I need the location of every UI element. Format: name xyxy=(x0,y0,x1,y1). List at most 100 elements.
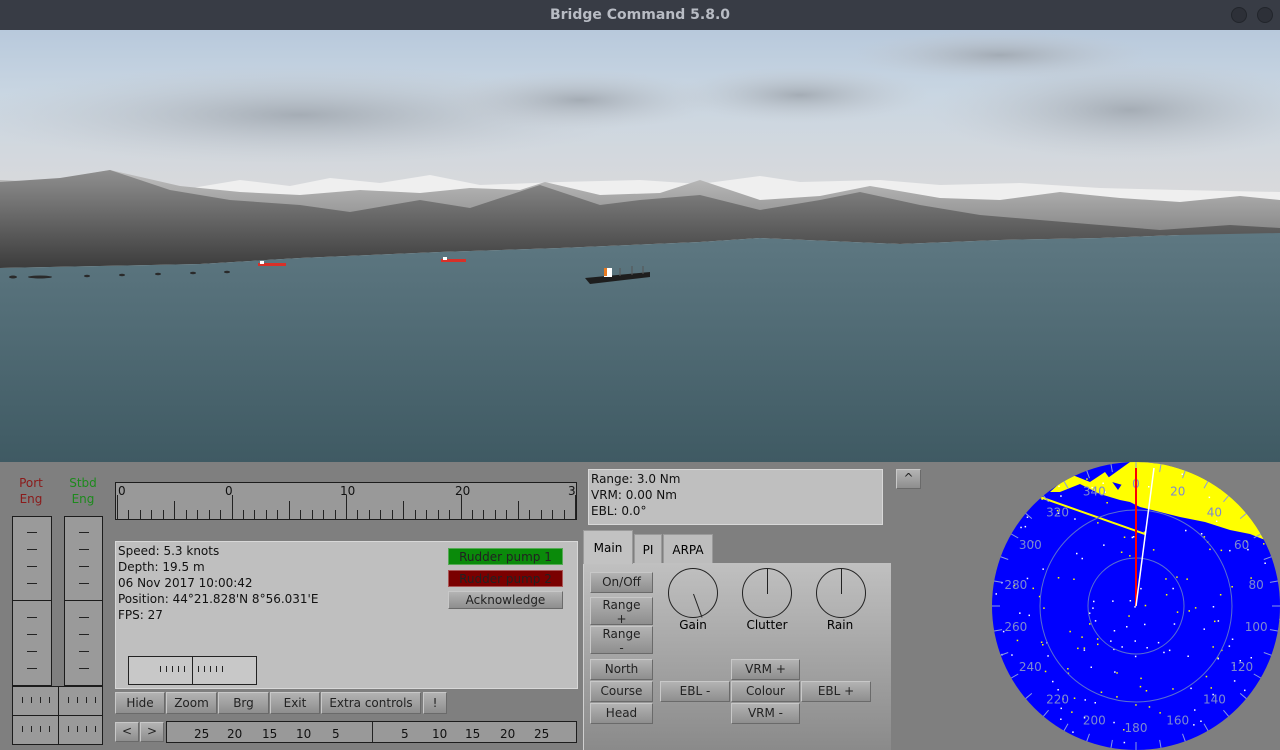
clutter-echo xyxy=(1173,623,1176,625)
clutter-echo xyxy=(1067,668,1069,670)
head-up-button[interactable]: Head xyxy=(590,703,653,724)
port-engine-label-text: Port Eng xyxy=(19,476,43,506)
clutter-echo xyxy=(1011,654,1013,656)
bearing-label: 200 xyxy=(1083,714,1106,728)
collapse-radar-button[interactable]: ^ xyxy=(896,469,921,489)
heading-tick xyxy=(471,510,473,519)
alert-button[interactable]: ! xyxy=(423,692,447,714)
radar-ebl-readout: EBL: 0.0° xyxy=(591,504,647,518)
vrm-plus-button[interactable]: VRM + xyxy=(731,659,800,680)
clutter-echo xyxy=(1217,620,1220,622)
extra-controls-button[interactable]: Extra controls xyxy=(321,692,421,714)
clutter-echo xyxy=(1073,578,1075,580)
heading-tick xyxy=(391,510,393,519)
stbd-engine-lever[interactable] xyxy=(64,516,103,686)
clutter-echo xyxy=(1019,612,1021,614)
clutter-echo xyxy=(1120,551,1123,553)
heading-tick xyxy=(231,495,233,519)
window-titlebar: Bridge Command 5.8.0 xyxy=(0,0,1280,30)
heading-tick xyxy=(151,510,153,519)
heading-tick xyxy=(529,510,531,519)
clutter-echo xyxy=(1076,552,1078,555)
radar-info-panel: Range: 3.0 Nm VRM: 0.00 Nm EBL: 0.0° xyxy=(588,469,883,525)
tab-main[interactable]: Main xyxy=(583,530,633,564)
clutter-echo xyxy=(1129,600,1132,602)
gain-knob[interactable] xyxy=(668,568,718,618)
heading-tick xyxy=(334,510,336,519)
rudder-prev-button[interactable]: < xyxy=(115,722,139,742)
clutter-echo xyxy=(1042,568,1044,570)
clutter-echo xyxy=(1200,720,1202,722)
clutter-echo xyxy=(1058,485,1060,488)
clutter-echo xyxy=(1205,675,1208,678)
exit-button[interactable]: Exit xyxy=(270,692,320,714)
bearing-button[interactable]: Brg xyxy=(218,692,269,714)
clutter-echo xyxy=(1185,529,1187,532)
3d-viewport[interactable] xyxy=(0,30,1280,462)
clutter-echo xyxy=(1159,712,1161,714)
clutter-echo xyxy=(1140,587,1142,590)
rudder-label: 15 xyxy=(262,727,278,741)
rudder-label: 10 xyxy=(296,727,312,741)
clutter-echo xyxy=(1081,636,1083,638)
window-title: Bridge Command 5.8.0 xyxy=(549,7,731,23)
clutter-echo xyxy=(1131,536,1134,539)
clutter-echo xyxy=(1072,731,1074,733)
close-button[interactable] xyxy=(1257,7,1273,23)
clutter-echo xyxy=(1083,649,1086,651)
course-up-button[interactable]: Course xyxy=(590,681,653,702)
clutter-echo xyxy=(1123,741,1126,744)
bearing-label: 320 xyxy=(1046,506,1069,520)
radar-display[interactable]: 0204060801001201401601802002202402602803… xyxy=(990,462,1280,750)
rudder-label: 25 xyxy=(194,727,210,741)
clutter-knob[interactable] xyxy=(742,568,792,618)
zoom-button[interactable]: Zoom xyxy=(166,692,217,714)
vrm-minus-button[interactable]: VRM - xyxy=(731,703,800,724)
clutter-echo xyxy=(1110,640,1112,642)
hide-button[interactable]: Hide xyxy=(115,692,165,714)
clutter-echo xyxy=(1194,709,1196,711)
minimize-button[interactable] xyxy=(1231,7,1247,23)
heading-tick xyxy=(552,510,554,519)
range-minus-button[interactable]: Range - xyxy=(590,626,653,655)
rudder-label: 15 xyxy=(465,727,481,741)
rudder-pump-2-button[interactable]: Rudder pump 2 xyxy=(448,570,563,587)
clutter-echo xyxy=(1113,721,1115,724)
range-plus-button[interactable]: Range + xyxy=(590,597,653,626)
bearing-label: 280 xyxy=(1004,578,1027,592)
ebl-plus-button[interactable]: EBL + xyxy=(801,681,871,702)
heading-scale: 0 0 10 20 3 xyxy=(115,482,577,520)
heading-tick xyxy=(311,510,313,519)
radar-on-off-button[interactable]: On/Off xyxy=(590,572,653,593)
colour-button[interactable]: Colour xyxy=(731,681,800,702)
datetime-readout: 06 Nov 2017 10:00:42 xyxy=(118,576,253,590)
clutter-echo xyxy=(1074,518,1076,520)
scene-svg xyxy=(0,30,1280,462)
rock xyxy=(9,275,17,279)
depth-readout: Depth: 19.5 m xyxy=(118,560,205,574)
tab-pi[interactable]: PI xyxy=(634,534,662,564)
north-up-button[interactable]: North xyxy=(590,659,653,680)
port-engine-lever[interactable] xyxy=(12,516,52,686)
position-readout: Position: 44°21.828'N 8°56.031'E xyxy=(118,592,319,606)
clutter-echo xyxy=(1043,607,1045,609)
clutter-echo xyxy=(1146,647,1148,649)
thruster-gauges[interactable] xyxy=(12,686,103,745)
rudder-scale[interactable]: 25 20 15 10 5 5 10 15 20 25 xyxy=(166,721,577,743)
ebl-minus-button[interactable]: EBL - xyxy=(660,681,730,702)
clutter-echo xyxy=(1071,711,1073,713)
acknowledge-button[interactable]: Acknowledge xyxy=(448,591,563,609)
clutter-echo xyxy=(1193,724,1195,726)
rain-knob[interactable] xyxy=(816,568,866,618)
rudder-label: 5 xyxy=(332,727,340,741)
bearing-label: 80 xyxy=(1249,578,1264,592)
rudder-label: 25 xyxy=(534,727,550,741)
clutter-echo xyxy=(1176,611,1179,613)
heading-tick xyxy=(197,510,199,519)
rudder-next-button[interactable]: > xyxy=(140,722,164,742)
clutter-echo xyxy=(1097,643,1099,646)
heading-tick xyxy=(265,510,267,519)
clutter-echo xyxy=(1097,522,1099,524)
rudder-pump-1-button[interactable]: Rudder pump 1 xyxy=(448,548,563,565)
tab-arpa[interactable]: ARPA xyxy=(663,534,713,564)
